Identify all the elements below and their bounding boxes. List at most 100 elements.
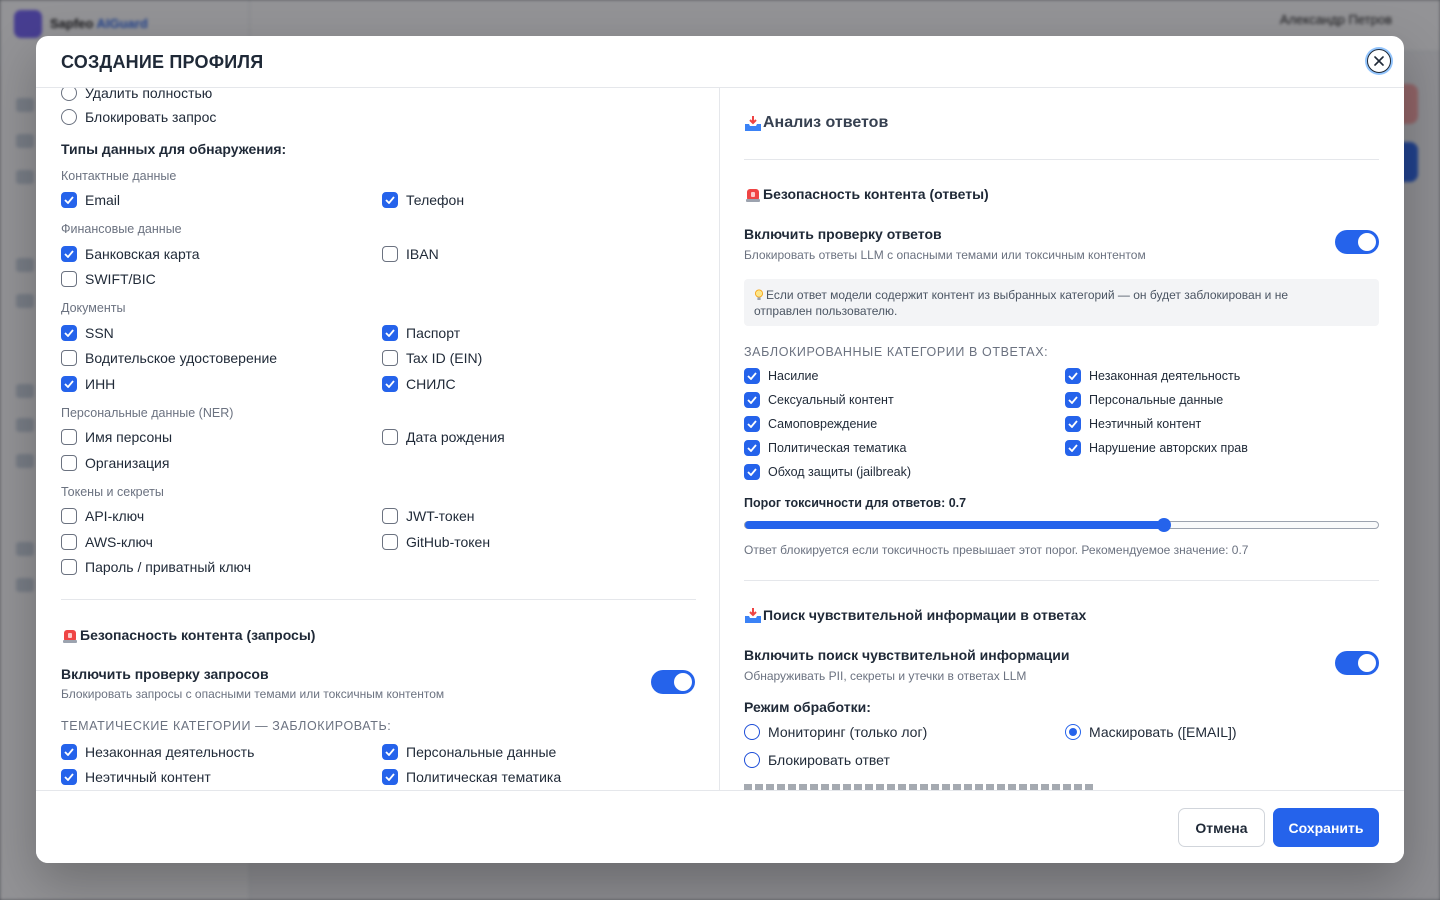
checkbox[interactable] [61, 350, 77, 366]
checkbox[interactable] [61, 769, 77, 785]
threshold-slider[interactable] [744, 518, 1379, 532]
checkbox-phone[interactable]: Телефон [382, 192, 464, 208]
checkbox-github-token[interactable]: GitHub-токен [382, 534, 490, 550]
checkbox[interactable] [382, 246, 398, 262]
radio-mode-monitor[interactable]: Мониторинг (только лог) [744, 724, 927, 740]
checkbox[interactable] [382, 769, 398, 785]
checkbox[interactable] [61, 325, 77, 341]
checkbox[interactable] [61, 455, 77, 471]
checkbox-illegal[interactable]: Незаконная деятельность [1065, 368, 1240, 384]
threshold-value: 0.7 [948, 496, 967, 510]
checkbox-personal[interactable]: Персональные данные [1065, 392, 1223, 408]
checkbox-self-harm[interactable]: Самоповреждение [744, 416, 877, 432]
action-radio-block[interactable]: Блокировать запрос [61, 109, 216, 125]
response-analysis-heading: Анализ ответов [744, 114, 888, 132]
radio-button[interactable] [744, 724, 760, 740]
radio-button[interactable] [61, 109, 77, 125]
checkbox[interactable] [382, 508, 398, 524]
cancel-button[interactable]: Отмена [1178, 808, 1265, 847]
checkbox[interactable] [61, 246, 77, 262]
checkbox-jailbreak[interactable]: Обход защиты (jailbreak) [744, 464, 911, 480]
checkbox-political[interactable]: Политическая тематика [744, 440, 907, 456]
response-check-desc: Блокировать ответы LLM с опасными темами… [744, 248, 1146, 262]
action-radio-delete[interactable]: Удалить полностью [61, 88, 212, 101]
checkbox-bank-card[interactable]: Банковская карта [61, 246, 199, 262]
checkbox-sexual[interactable]: Сексуальный контент [744, 392, 894, 408]
checkbox[interactable] [382, 325, 398, 341]
checkbox-swift[interactable]: SWIFT/BIC [61, 271, 156, 287]
checkbox-request-illegal[interactable]: Незаконная деятельность [61, 744, 254, 760]
checkbox[interactable] [61, 192, 77, 208]
radio-button[interactable] [1065, 724, 1081, 740]
checkbox-request-unethical[interactable]: Неэтичный контент [61, 769, 211, 785]
checkbox-aws-key[interactable]: AWS-ключ [61, 534, 153, 550]
inbox-tray-icon [744, 606, 762, 624]
close-button[interactable] [1367, 49, 1391, 73]
checkbox[interactable] [61, 744, 77, 760]
left-column[interactable]: Удалить полностью Блокировать запрос Тип… [61, 88, 696, 790]
clipped-next-label [744, 782, 1094, 790]
checkbox-jwt-token[interactable]: JWT-токен [382, 508, 475, 524]
checkbox-inn[interactable]: ИНН [61, 376, 115, 392]
checkbox[interactable] [61, 534, 77, 550]
siren-icon [61, 626, 79, 644]
checkbox[interactable] [744, 416, 760, 432]
checkbox[interactable] [61, 376, 77, 392]
checkbox[interactable] [61, 508, 77, 524]
column-divider [719, 88, 720, 790]
sensitive-toggle[interactable] [1335, 651, 1379, 675]
response-blocked-label: ЗАБЛОКИРОВАННЫЕ КАТЕГОРИИ В ОТВЕТАХ: [744, 345, 1049, 359]
checkbox[interactable] [744, 440, 760, 456]
checkbox[interactable] [382, 376, 398, 392]
checkbox-person-name[interactable]: Имя персоны [61, 429, 172, 445]
slider-thumb[interactable] [1157, 518, 1171, 532]
response-check-toggle[interactable] [1335, 230, 1379, 254]
checkbox[interactable] [744, 392, 760, 408]
sensitive-toggle-label: Включить поиск чувствительной информации [744, 647, 1070, 663]
checkbox[interactable] [1065, 440, 1081, 456]
siren-icon [744, 185, 762, 203]
modal-body[interactable]: Удалить полностью Блокировать запрос Тип… [36, 88, 1404, 790]
checkbox-request-personal[interactable]: Персональные данные [382, 744, 556, 760]
checkbox[interactable] [1065, 392, 1081, 408]
checkbox-request-political[interactable]: Политическая тематика [382, 769, 561, 785]
checkbox-birth-date[interactable]: Дата рождения [382, 429, 505, 445]
checkbox-ssn[interactable]: SSN [61, 325, 114, 341]
detect-types-title: Типы данных для обнаружения: [61, 141, 287, 157]
checkbox[interactable] [382, 429, 398, 445]
checkbox-unethical[interactable]: Неэтичный контент [1065, 416, 1201, 432]
checkbox[interactable] [744, 368, 760, 384]
checkbox-email[interactable]: Email [61, 192, 120, 208]
radio-mode-block[interactable]: Блокировать ответ [744, 752, 890, 768]
checkbox-drivers-license[interactable]: Водительское удостоверение [61, 350, 277, 366]
radio-button[interactable] [744, 752, 760, 768]
checkbox-copyright[interactable]: Нарушение авторских прав [1065, 440, 1248, 456]
radio-button[interactable] [61, 88, 77, 101]
checkbox-snils[interactable]: СНИЛС [382, 376, 456, 392]
checkbox[interactable] [382, 350, 398, 366]
request-check-toggle[interactable] [651, 670, 695, 694]
checkbox-violence[interactable]: Насилие [744, 368, 818, 384]
checkbox[interactable] [61, 559, 77, 575]
save-button[interactable]: Сохранить [1273, 808, 1379, 847]
checkbox[interactable] [382, 744, 398, 760]
response-check-label: Включить проверку ответов [744, 226, 942, 242]
radio-mode-mask[interactable]: Маскировать ([EMAIL]) [1065, 724, 1237, 740]
checkbox[interactable] [382, 534, 398, 550]
checkbox-passport[interactable]: Паспорт [382, 325, 460, 341]
checkbox-password-key[interactable]: Пароль / приватный ключ [61, 559, 251, 575]
checkbox[interactable] [382, 192, 398, 208]
group-label-ner: Персональные данные (NER) [61, 406, 234, 420]
checkbox-api-key[interactable]: API-ключ [61, 508, 144, 524]
checkbox-organization[interactable]: Организация [61, 455, 169, 471]
checkbox-iban[interactable]: IBAN [382, 246, 439, 262]
response-safety-heading: Безопасность контента (ответы) [744, 185, 989, 203]
checkbox[interactable] [61, 429, 77, 445]
checkbox-tax-id[interactable]: Tax ID (EIN) [382, 350, 482, 366]
checkbox[interactable] [61, 271, 77, 287]
right-column[interactable]: Анализ ответов Безопасность контента (от… [744, 88, 1379, 790]
checkbox[interactable] [744, 464, 760, 480]
checkbox[interactable] [1065, 416, 1081, 432]
request-categories-label: ТЕМАТИЧЕСКИЕ КАТЕГОРИИ — ЗАБЛОКИРОВАТЬ: [61, 719, 392, 733]
checkbox[interactable] [1065, 368, 1081, 384]
